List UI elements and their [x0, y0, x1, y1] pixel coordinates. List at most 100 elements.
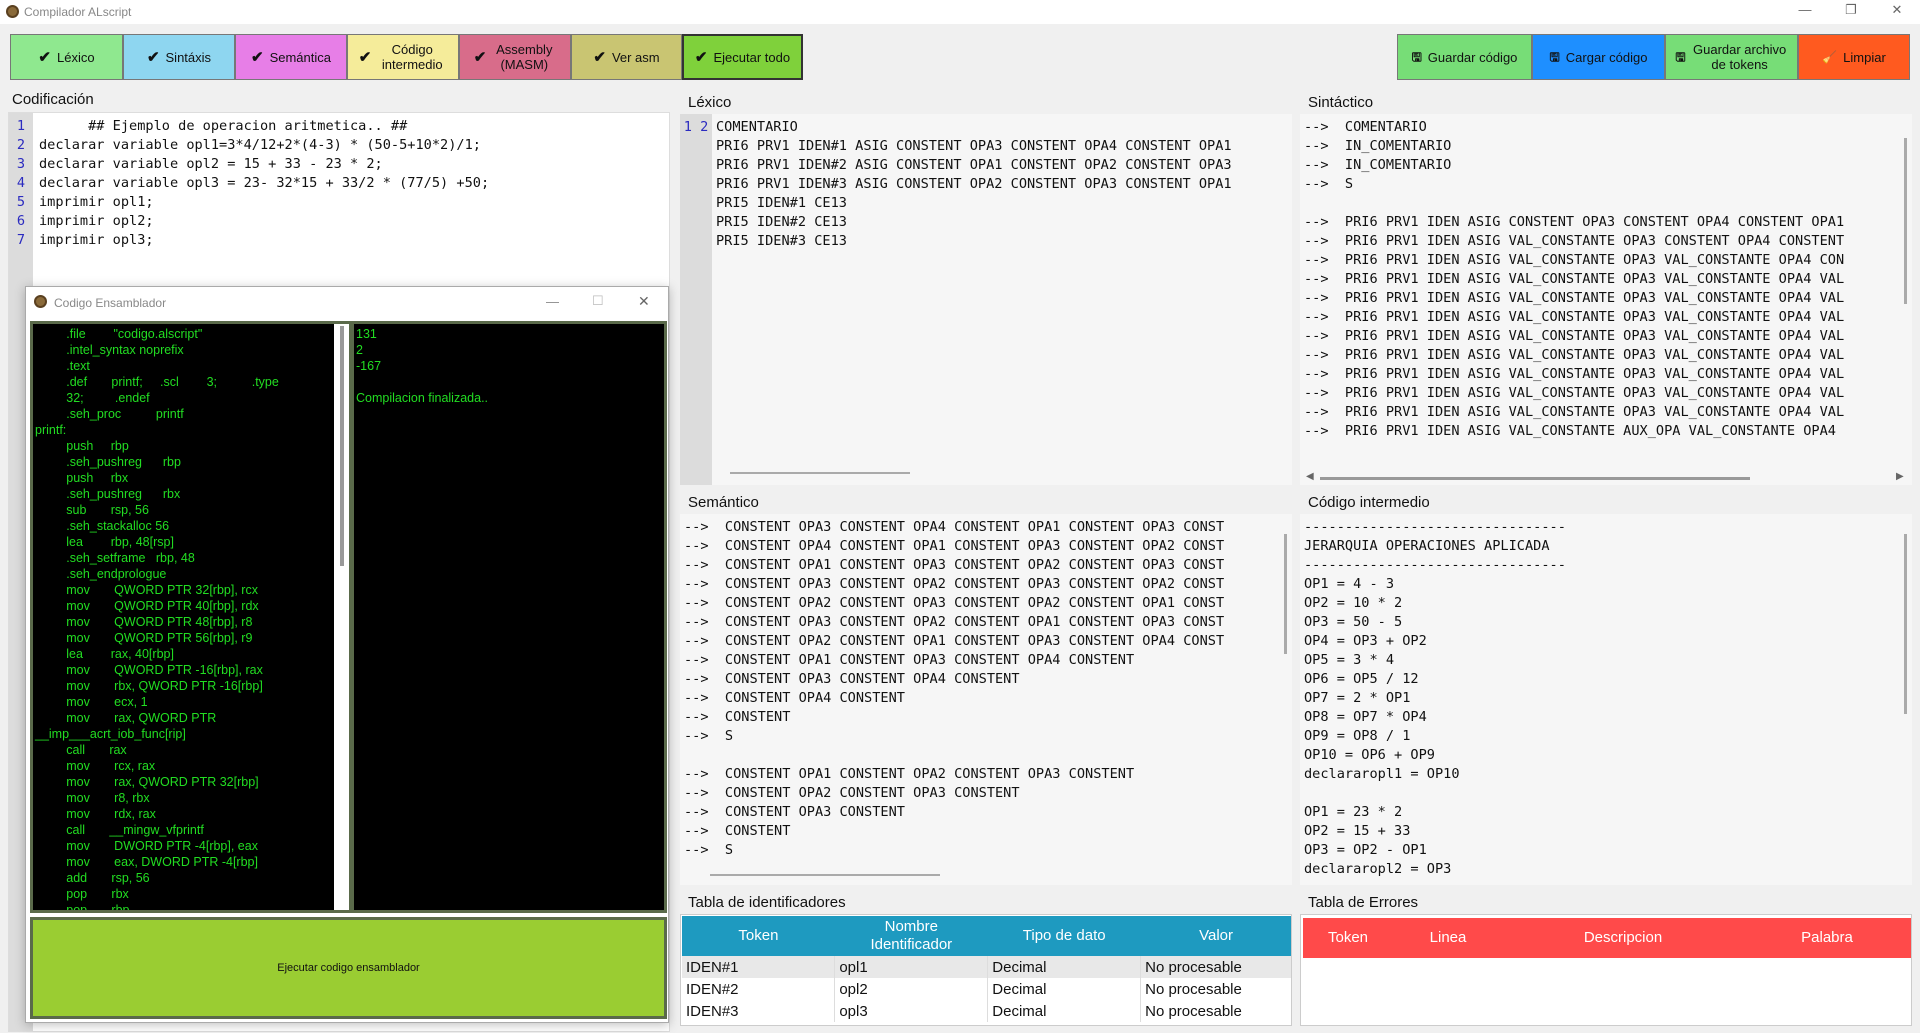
check-icon: ✔ — [358, 48, 372, 66]
lexico-label: Léxico — [688, 94, 732, 111]
ver-asm-button[interactable]: ✔ Ver asm — [571, 34, 682, 80]
guardar-tokens-button-label: Guardar archivo de tokens — [1693, 42, 1787, 72]
guardar-codigo-button-label: Guardar código — [1427, 49, 1518, 65]
asm-code-view[interactable]: .file "codigo.alscript" .intel_syntax no… — [30, 321, 352, 913]
minimize-button[interactable]: — — [1790, 2, 1820, 17]
maximize-button[interactable]: ❐ — [1836, 2, 1866, 18]
app-logo-icon — [34, 295, 47, 308]
sintaxis-button-label: Sintáxis — [165, 49, 212, 65]
sintactico-output[interactable]: --> COMENTARIO --> IN_COMENTARIO --> IN_… — [1300, 114, 1912, 485]
cargar-codigo-button[interactable]: 🖫 Cargar código — [1532, 34, 1665, 80]
sintactico-vscroll[interactable] — [1904, 138, 1907, 304]
col-nombre[interactable]: Nombre Identificador — [835, 916, 988, 956]
col-token[interactable]: Token — [1303, 918, 1393, 958]
identificadores-header-row: Token Nombre Identificador Tipo de dato … — [682, 916, 1291, 956]
lexico-hscroll[interactable] — [730, 472, 910, 474]
semantico-label: Semántico — [688, 494, 759, 511]
intermedio-label: Código intermedio — [1308, 494, 1430, 511]
lexico-button[interactable]: ✔ Léxico — [10, 34, 123, 80]
col-palabra[interactable]: Palabra — [1743, 918, 1911, 958]
col-linea[interactable]: Linea — [1393, 918, 1503, 958]
limpiar-button[interactable]: 🧹 Limpiar — [1798, 34, 1910, 80]
guardar-codigo-button[interactable]: 🖫 Guardar código — [1397, 34, 1532, 80]
sintactico-hscroll-track[interactable]: ◀ ▶ — [1300, 470, 1912, 485]
save-icon: 🖫 — [1411, 49, 1422, 64]
sintactico-label: Sintáctico — [1308, 94, 1374, 111]
lexico-button-label: Léxico — [57, 49, 95, 65]
errores-header-row: Token Linea Descripcion Palabra — [1303, 918, 1911, 958]
check-icon: ✔ — [146, 48, 160, 66]
window-titlebar: Compilador ALscript — ❐ ✕ — [0, 0, 1920, 24]
table-row[interactable]: IDEN#1 opl1 Decimal No procesable — [682, 956, 1291, 978]
asm-window-titlebar: Codigo Ensamblador — ☐ ✕ — [26, 287, 668, 317]
asm-maximize-button[interactable]: ☐ — [592, 293, 604, 309]
lexico-line-numbers: 1 2 — [680, 114, 712, 485]
semantica-button-label: Semántica — [269, 49, 331, 65]
cell-token: IDEN#1 — [682, 956, 836, 978]
sintactico-text: --> COMENTARIO --> IN_COMENTARIO --> IN_… — [1304, 119, 1845, 439]
codificacion-label: Codificación — [12, 91, 94, 108]
cell-nombre: opl2 — [834, 978, 989, 1000]
table-row[interactable]: IDEN#2 opl2 Decimal No procesable — [682, 978, 1291, 1000]
ejecutar-todo-button[interactable]: ✔ Ejecutar todo — [682, 34, 803, 80]
identificadores-table-container: Token Nombre Identificador Tipo de dato … — [680, 914, 1292, 1026]
check-icon: ✔ — [38, 48, 51, 66]
errores-table: Token Linea Descripcion Palabra — [1303, 918, 1911, 958]
cargar-codigo-button-label: Cargar código — [1565, 49, 1648, 65]
save-icon: 🖫 — [1675, 49, 1686, 64]
cell-valor: No procesable — [1140, 956, 1291, 978]
intermedio-vscroll[interactable] — [1904, 534, 1907, 714]
semantico-vscroll[interactable] — [1284, 534, 1287, 654]
intermedio-output[interactable]: -------------------------------- JERARQU… — [1300, 514, 1912, 885]
codigo-intermedio-button-label: Código intermedio — [381, 42, 443, 72]
app-logo-icon — [6, 5, 19, 18]
codigo-intermedio-button[interactable]: ✔ Código intermedio — [347, 34, 459, 80]
scroll-left-icon[interactable]: ◀ — [1306, 471, 1314, 482]
asm-scroll-thumb[interactable] — [340, 326, 344, 566]
assembly-button-label: Assembly (MASM) — [496, 42, 553, 72]
cell-token: IDEN#2 — [682, 978, 836, 1000]
semantico-hscroll[interactable] — [710, 874, 940, 876]
col-valor[interactable]: Valor — [1141, 916, 1291, 956]
cell-valor: No procesable — [1140, 1000, 1291, 1022]
asm-scrollbar[interactable] — [334, 324, 349, 910]
check-icon: ✔ — [251, 48, 264, 66]
semantico-output[interactable]: --> CONSTENT OPA3 CONSTENT OPA4 CONSTENT… — [680, 514, 1292, 885]
cell-tipo: Decimal — [987, 1000, 1142, 1022]
source-code[interactable]: ## Ejemplo de operacion aritmetica.. ## … — [39, 117, 489, 250]
assembly-button[interactable]: ✔ Assembly (MASM) — [459, 34, 571, 80]
sintaxis-button[interactable]: ✔ Sintáxis — [123, 34, 235, 80]
asm-close-button[interactable]: ✕ — [638, 293, 650, 310]
col-descripcion[interactable]: Descripcion — [1503, 918, 1743, 958]
col-tipo[interactable]: Tipo de dato — [988, 916, 1141, 956]
lexico-output[interactable]: 1 2 COMENTARIO PRI6 PRV1 IDEN#1 ASIG CON… — [680, 114, 1292, 485]
check-icon: ✔ — [694, 48, 708, 66]
asm-code-text: .file "codigo.alscript" .intel_syntax no… — [35, 327, 279, 913]
asm-window: Codigo Ensamblador — ☐ ✕ .file "codigo.a… — [25, 286, 669, 1023]
load-icon: 🖫 — [1549, 49, 1560, 64]
asm-window-title: Codigo Ensamblador — [54, 296, 167, 310]
cell-tipo: Decimal — [987, 956, 1142, 978]
limpiar-button-label: Limpiar — [1843, 49, 1886, 65]
intermedio-text: -------------------------------- JERARQU… — [1304, 519, 1566, 877]
scroll-right-icon[interactable]: ▶ — [1896, 471, 1904, 482]
asm-output-view[interactable]: 131 2 -167 Compilacion finalizada.. — [351, 321, 667, 913]
ejecutar-todo-button-label: Ejecutar todo — [713, 49, 791, 65]
col-token[interactable]: Token — [682, 916, 835, 956]
check-icon: ✔ — [593, 48, 606, 66]
close-button[interactable]: ✕ — [1882, 2, 1912, 18]
guardar-tokens-button[interactable]: 🖫 Guardar archivo de tokens — [1665, 34, 1798, 80]
asm-minimize-button[interactable]: — — [546, 294, 559, 309]
cell-nombre: opl3 — [834, 1000, 989, 1022]
check-icon: ✔ — [473, 48, 487, 66]
semantica-button[interactable]: ✔ Semántica — [235, 34, 347, 80]
errores-table-container: Token Linea Descripcion Palabra — [1300, 914, 1912, 1026]
cell-valor: No procesable — [1140, 978, 1291, 1000]
semantico-text: --> CONSTENT OPA3 CONSTENT OPA4 CONSTENT… — [684, 519, 1225, 858]
execute-asm-button[interactable]: Ejecutar codigo ensamblador — [30, 917, 667, 1019]
asm-output-text: 131 2 -167 Compilacion finalizada.. — [356, 327, 489, 405]
table-row[interactable]: IDEN#3 opl3 Decimal No procesable — [682, 1000, 1291, 1022]
cell-token: IDEN#3 — [682, 1000, 836, 1022]
sintactico-hscroll-thumb[interactable] — [1320, 477, 1750, 480]
errores-label: Tabla de Errores — [1308, 894, 1419, 911]
